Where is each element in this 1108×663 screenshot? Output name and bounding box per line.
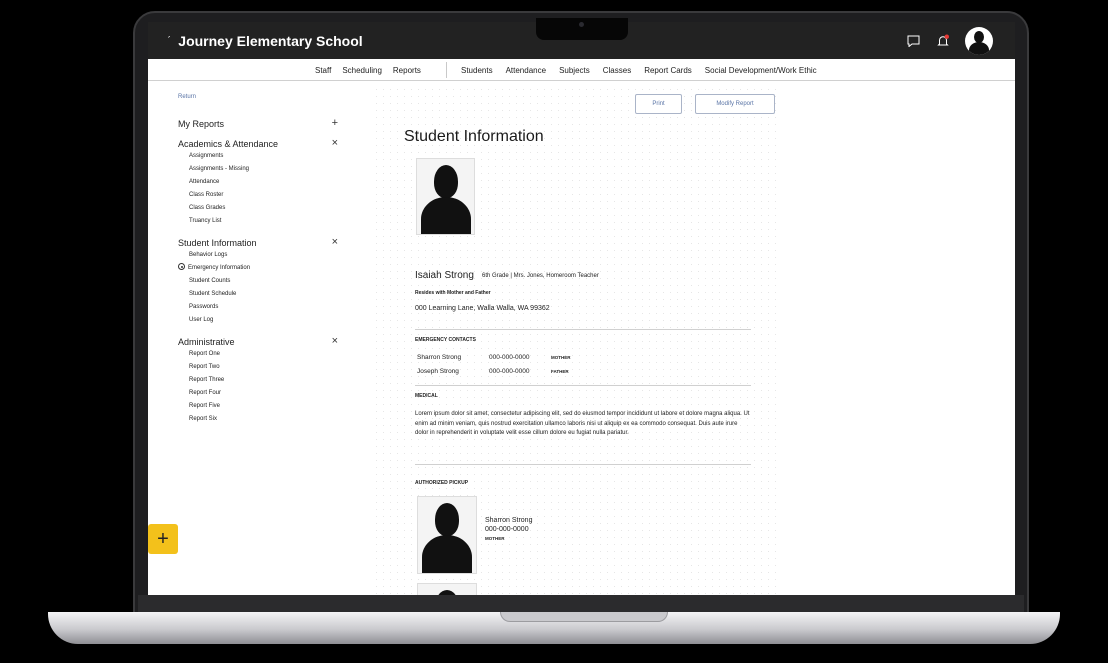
nav-students[interactable]: Students: [461, 66, 493, 75]
sidebar-item-student-counts[interactable]: Student Counts: [178, 275, 338, 288]
my-reports-header[interactable]: My Reports +: [178, 117, 338, 129]
return-link[interactable]: Return: [178, 94, 338, 100]
contact-phone: 000-000-0000: [489, 368, 530, 375]
modify-report-button[interactable]: Modify Report: [695, 94, 775, 114]
report-panel: Print Modify Report Student Information …: [373, 86, 778, 595]
student-address: 000 Learning Lane, Walla Walla, WA 99362: [415, 305, 550, 312]
student-photo: [416, 158, 475, 235]
nav-group-admin: Staff Scheduling Reports: [315, 59, 421, 81]
student-meta: 6th Grade | Mrs. Jones, Homeroom Teacher: [482, 273, 599, 279]
messages-icon[interactable]: [905, 33, 921, 49]
print-button[interactable]: Print: [635, 94, 682, 114]
group-academics-list: Assignments Assignments - Missing Attend…: [178, 150, 338, 228]
contact-relation: MOTHER: [551, 355, 571, 360]
contact-name: Joseph Strong: [417, 368, 459, 375]
contact-row: Joseph Strong 000-000-0000 FATHER: [417, 368, 569, 375]
group-title: Student Information: [178, 238, 257, 248]
collapse-icon[interactable]: ×: [332, 236, 338, 248]
sidebar-item-label: Emergency Information: [188, 265, 251, 271]
medical-notes: Lorem ipsum dolor sit amet, consectetur …: [415, 411, 750, 436]
selected-radio-icon: [178, 263, 185, 270]
sidebar-item-student-schedule[interactable]: Student Schedule: [178, 288, 338, 301]
sidebar-item-report-five[interactable]: Report Five: [178, 400, 338, 413]
resides-with-label: Resides with Mother and Father: [415, 290, 491, 296]
nav-subjects[interactable]: Subjects: [559, 66, 590, 75]
section-divider: [415, 329, 751, 330]
nav-attendance[interactable]: Attendance: [506, 66, 546, 75]
group-academics-header[interactable]: Academics & Attendance ×: [178, 137, 338, 149]
notifications-bell-icon[interactable]: [935, 33, 951, 49]
contact-name: Sharron Strong: [417, 354, 462, 361]
group-administrative-list: Report One Report Two Report Three Repor…: [178, 348, 338, 426]
pickup-photo: [417, 583, 477, 595]
sidebar-item-report-six[interactable]: Report Six: [178, 413, 338, 426]
user-avatar[interactable]: [965, 27, 993, 55]
collapse-icon[interactable]: ×: [332, 137, 338, 149]
group-title: Administrative: [178, 337, 235, 347]
group-title: Academics & Attendance: [178, 139, 279, 149]
sidebar-item-user-log[interactable]: User Log: [178, 314, 338, 327]
student-name: Isaiah Strong: [415, 270, 474, 281]
nav-classes[interactable]: Classes: [603, 66, 631, 75]
school-name[interactable]: Journey Elementary School: [178, 33, 362, 49]
nav-group-students: Students Attendance Subjects Classes Rep…: [461, 59, 817, 81]
contact-relation: FATHER: [551, 369, 569, 374]
pickup-relation: MOTHER: [485, 536, 505, 541]
nav-social-development[interactable]: Social Development/Work Ethic: [705, 66, 817, 75]
pickup-phone: 000-000-0000: [485, 526, 529, 533]
pickup-photo: [417, 496, 477, 574]
add-report-icon[interactable]: +: [332, 117, 338, 129]
nav-staff[interactable]: Staff: [315, 66, 331, 75]
pickup-name: Sharron Strong: [485, 517, 533, 524]
nav-report-cards[interactable]: Report Cards: [644, 66, 692, 75]
school-logo-icon: ′: [168, 35, 171, 46]
group-administrative-header[interactable]: Administrative ×: [178, 335, 338, 347]
camera-lens: [579, 22, 584, 27]
medical-label: MEDICAL: [415, 393, 438, 399]
main-nav: Staff Scheduling Reports Students Attend…: [148, 59, 1015, 81]
contact-row: Sharron Strong 000-000-0000 MOTHER: [417, 354, 571, 361]
sidebar-item-behavior-logs[interactable]: Behavior Logs: [178, 249, 338, 262]
sidebar-item-class-roster[interactable]: Class Roster: [178, 189, 338, 202]
sidebar-item-passwords[interactable]: Passwords: [178, 301, 338, 314]
emergency-contacts-label: EMERGENCY CONTACTS: [415, 337, 476, 343]
nav-scheduling[interactable]: Scheduling: [342, 66, 382, 75]
sidebar-item-report-two[interactable]: Report Two: [178, 361, 338, 374]
section-divider: [415, 464, 751, 465]
laptop-opening-lip: [500, 612, 668, 622]
add-fab-button[interactable]: +: [148, 524, 178, 554]
sidebar-item-report-three[interactable]: Report Three: [178, 374, 338, 387]
nav-reports[interactable]: Reports: [393, 66, 421, 75]
sidebar-item-report-one[interactable]: Report One: [178, 348, 338, 361]
sidebar-item-assignments[interactable]: Assignments: [178, 150, 338, 163]
laptop-hinge: [138, 595, 1024, 613]
group-student-info-list: Behavior Logs Emergency Information Stud…: [178, 249, 338, 327]
sidebar-item-emergency-information[interactable]: Emergency Information: [178, 262, 338, 275]
sidebar: Return My Reports + Academics & Attendan…: [178, 94, 338, 426]
sidebar-item-class-grades[interactable]: Class Grades: [178, 202, 338, 215]
contact-phone: 000-000-0000: [489, 354, 530, 361]
my-reports-title: My Reports: [178, 119, 225, 129]
nav-divider: [446, 62, 447, 78]
pickup-details: Sharron Strong 000-000-0000 MOTHER: [485, 516, 532, 543]
sidebar-item-attendance[interactable]: Attendance: [178, 176, 338, 189]
group-student-info-header[interactable]: Student Information ×: [178, 236, 338, 248]
collapse-icon[interactable]: ×: [332, 335, 338, 347]
page-title: Student Information: [404, 128, 544, 145]
screen: ′ Journey Elementary School Staff Schedu…: [148, 22, 1015, 595]
section-divider: [415, 385, 751, 386]
sidebar-item-truancy-list[interactable]: Truancy List: [178, 215, 338, 228]
sidebar-item-report-four[interactable]: Report Four: [178, 387, 338, 400]
authorized-pickup-label: AUTHORIZED PICKUP: [415, 480, 469, 486]
sidebar-item-assignments-missing[interactable]: Assignments - Missing: [178, 163, 338, 176]
